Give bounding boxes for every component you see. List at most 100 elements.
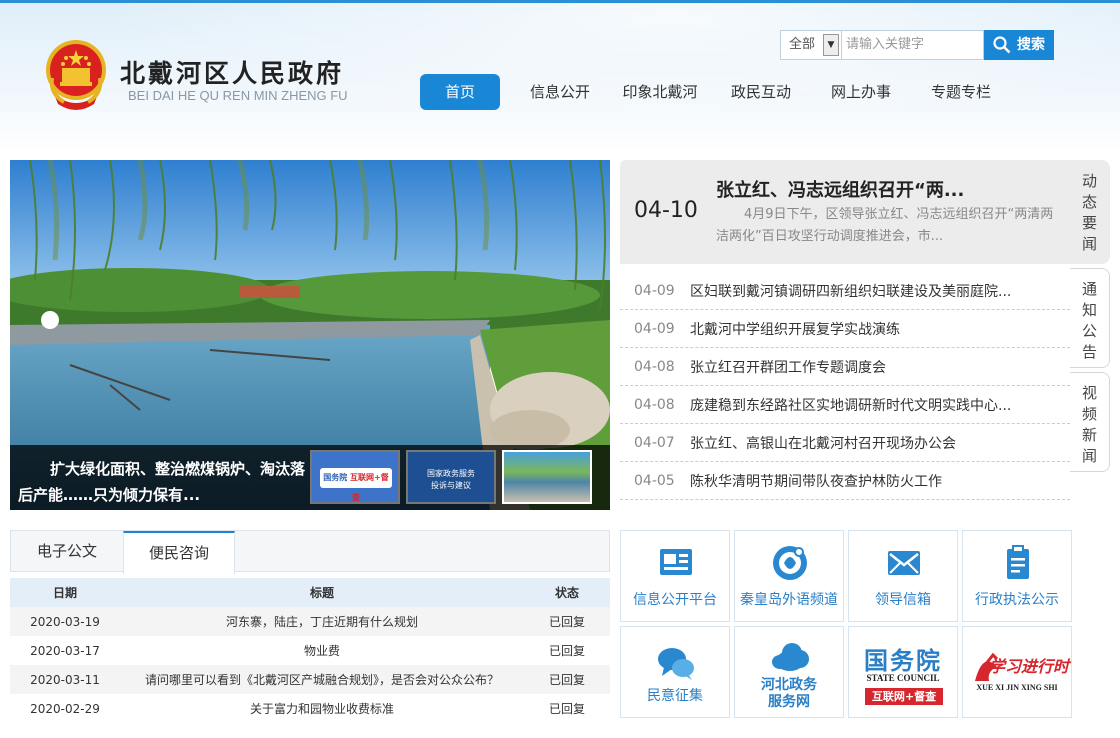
clipboard-icon bbox=[1007, 545, 1029, 579]
consult-table: 日期 标题 状态 2020-03-19 河东寨，陆庄，丁庄近期有什么规划 已回复… bbox=[10, 578, 610, 723]
national-emblem-icon[interactable] bbox=[44, 38, 108, 110]
info-platform-icon bbox=[660, 549, 692, 575]
service-foreign-channel[interactable]: 秦皇岛外语频道 bbox=[734, 530, 844, 622]
column-header-title: 标题 bbox=[120, 578, 524, 607]
consult-panel: 电子公文 便民咨询 日期 标题 状态 2020-03-19 河东寨，陆庄，丁庄近… bbox=[10, 530, 610, 723]
nav-impression[interactable]: 印象北戴河 bbox=[622, 74, 698, 110]
thumbnail-complaint-line2: 投诉与建议 bbox=[431, 481, 471, 490]
news-date: 04-09 bbox=[634, 282, 675, 299]
table-row[interactable]: 2020-03-11 请问哪里可以看到《北戴河区产城融合规划》，是否会对公众公布… bbox=[10, 665, 610, 694]
nav-interaction[interactable]: 政民互动 bbox=[730, 74, 792, 110]
thumbnail-complaint[interactable]: 国家政务服务 投诉与建议 bbox=[406, 450, 496, 504]
tab-e-documents[interactable]: 电子公文 bbox=[11, 531, 123, 572]
thumbnail-guowuyuan[interactable]: 国务院 互联网+督查 bbox=[310, 450, 400, 504]
service-public-opinion[interactable]: 民意征集 bbox=[620, 626, 730, 718]
service-label-line2: 服务网 bbox=[768, 694, 810, 710]
service-guowuyuan[interactable]: 国务院 STATE COUNCIL 互联网+督查 bbox=[848, 626, 958, 718]
row-date: 2020-03-11 bbox=[10, 665, 120, 694]
news-title[interactable]: 区妇联到戴河镇调研四新组织妇联建设及美丽庭院... bbox=[690, 281, 1011, 301]
news-title[interactable]: 北戴河中学组织开展复学实战演练 bbox=[690, 319, 900, 339]
xuexi-title: 学习进行时 bbox=[989, 657, 1070, 676]
nav-info-disclosure[interactable]: 信息公开 bbox=[530, 74, 590, 110]
headline-news[interactable]: 04-10 张立红、冯志远组织召开“两... 4月9日下午，区领导张立红、冯志远… bbox=[620, 160, 1070, 264]
news-date: 04-09 bbox=[634, 320, 675, 337]
search-button[interactable]: 搜索 bbox=[984, 30, 1054, 60]
news-list: 04-09 区妇联到戴河镇调研四新组织妇联建设及美丽庭院... 04-09 北戴河中… bbox=[620, 272, 1070, 500]
photo-slider: 扩大绿化面积、整治燃煤锅炉、淘汰落后产能……只为倾力保有... 国务院 互联网+… bbox=[10, 160, 610, 510]
service-label: 信息公开平台 bbox=[633, 592, 717, 608]
table-row[interactable]: 2020-02-29 关于富力和园物业收费标准 已回复 bbox=[10, 694, 610, 723]
news-item[interactable]: 04-08 庞建稳到东经路社区实地调研新时代文明实践中心... bbox=[620, 386, 1070, 424]
service-hebei-gov[interactable]: 河北政务 服务网 bbox=[734, 626, 844, 718]
tab-notices-label: 通知公告 bbox=[1081, 280, 1097, 361]
thumbnail-lake[interactable] bbox=[502, 450, 592, 504]
service-label: 行政执法公示 bbox=[975, 592, 1059, 608]
foreign-channel-icon bbox=[773, 546, 807, 580]
row-status: 已回复 bbox=[524, 665, 610, 694]
service-law-enforcement[interactable]: 行政执法公示 bbox=[962, 530, 1072, 622]
column-header-status: 状态 bbox=[524, 578, 610, 607]
headline-title[interactable]: 张立红、冯志远组织召开“两... bbox=[716, 176, 964, 202]
guowuyuan-badge: 互联网+督查 bbox=[865, 688, 943, 705]
news-panel: 04-10 张立红、冯志远组织召开“两... 4月9日下午，区领导张立红、冯志远… bbox=[620, 160, 1070, 510]
nav-home[interactable]: 首页 bbox=[420, 74, 500, 110]
row-title[interactable]: 关于富力和园物业收费标准 bbox=[120, 694, 524, 723]
search-button-label: 搜索 bbox=[1017, 37, 1045, 53]
service-label: 领导信箱 bbox=[875, 592, 931, 608]
consult-tabs: 电子公文 便民咨询 bbox=[10, 530, 610, 574]
news-item[interactable]: 04-09 区妇联到戴河镇调研四新组织妇联建设及美丽庭院... bbox=[620, 272, 1070, 310]
row-title[interactable]: 物业费 bbox=[120, 636, 524, 665]
tab-dynamic-news[interactable]: 动态要闻 bbox=[1070, 160, 1110, 264]
thumbnail-guowuyuan-badge: 互联网+督查 bbox=[350, 473, 389, 502]
news-item[interactable]: 04-08 张立红召开群团工作专题调度会 bbox=[620, 348, 1070, 386]
guowuyuan-title: 国务院 bbox=[864, 647, 942, 675]
news-title[interactable]: 张立红召开群团工作专题调度会 bbox=[690, 357, 886, 377]
tab-dynamic-news-label: 动态要闻 bbox=[1081, 172, 1097, 253]
news-title[interactable]: 陈秋华清明节期间带队夜查护林防火工作 bbox=[690, 471, 942, 491]
news-title[interactable]: 张立红、高银山在北戴河村召开现场办公会 bbox=[690, 433, 956, 453]
search-scope-select[interactable]: 全部 ▼ bbox=[780, 30, 842, 60]
main-nav: 首页 信息公开 印象北戴河 政民互动 网上办事 专题专栏 bbox=[420, 74, 992, 110]
service-label: 河北政务 服务网 bbox=[735, 677, 843, 711]
nav-special-topics[interactable]: 专题专栏 bbox=[930, 74, 992, 110]
row-status: 已回复 bbox=[548, 702, 585, 716]
service-leader-mailbox[interactable]: 领导信箱 bbox=[848, 530, 958, 622]
news-item[interactable]: 04-07 张立红、高银山在北戴河村召开现场办公会 bbox=[620, 424, 1070, 462]
news-title[interactable]: 庞建稳到东经路社区实地调研新时代文明实践中心... bbox=[690, 395, 1011, 415]
nav-online-service[interactable]: 网上办事 bbox=[830, 74, 892, 110]
thumbnail-guowuyuan-title: 国务院 bbox=[323, 473, 348, 482]
tab-notices[interactable]: 通知公告 bbox=[1070, 268, 1110, 368]
service-grid: 信息公开平台 秦皇岛外语频道 领导信箱 行政执法公示 民意征集 河北政务 服务网… bbox=[620, 530, 1072, 718]
news-item[interactable]: 04-09 北戴河中学组织开展复学实战演练 bbox=[620, 310, 1070, 348]
news-tabs: 动态要闻 通知公告 视频新闻 bbox=[1070, 160, 1110, 476]
slide-caption[interactable]: 扩大绿化面积、整治燃煤锅炉、淘汰落后产能……只为倾力保有... bbox=[18, 456, 308, 508]
table-row[interactable]: 2020-03-17 物业费 已回复 bbox=[10, 636, 610, 665]
row-title[interactable]: 河东寨，陆庄，丁庄近期有什么规划 bbox=[120, 607, 524, 636]
chat-icon bbox=[658, 648, 694, 680]
news-date: 04-08 bbox=[634, 358, 675, 375]
row-title[interactable]: 请问哪里可以看到《北戴河区产城融合规划》，是否会对公众公布？ bbox=[120, 665, 524, 694]
tab-video-news[interactable]: 视频新闻 bbox=[1070, 372, 1110, 472]
site-name: 北戴河区人民政府 bbox=[120, 59, 345, 88]
service-info-platform[interactable]: 信息公开平台 bbox=[620, 530, 730, 622]
slide-thumbnails: 国务院 互联网+督查 国家政务服务 投诉与建议 bbox=[310, 450, 592, 504]
service-label: 秦皇岛外语频道 bbox=[740, 592, 838, 608]
news-item[interactable]: 04-05 陈秋华清明节期间带队夜查护林防火工作 bbox=[620, 462, 1070, 500]
service-label-line1: 河北政务 bbox=[761, 677, 817, 693]
table-row[interactable]: 2020-03-19 河东寨，陆庄，丁庄近期有什么规划 已回复 bbox=[10, 607, 610, 636]
search-icon bbox=[993, 36, 1011, 54]
headline-date: 04-10 bbox=[634, 198, 698, 223]
tab-video-news-label: 视频新闻 bbox=[1081, 384, 1097, 465]
service-xuexi[interactable]: 学习进行时 XUE XI JIN XING SHI bbox=[962, 626, 1072, 718]
dropdown-arrow-icon[interactable]: ▼ bbox=[823, 34, 839, 56]
table-header-row: 日期 标题 状态 bbox=[10, 578, 610, 607]
news-date: 04-07 bbox=[634, 434, 675, 451]
thumbnail-complaint-line1: 国家政务服务 bbox=[427, 469, 475, 478]
search-input[interactable]: 请输入关键字 bbox=[842, 30, 984, 60]
mail-icon bbox=[888, 551, 920, 575]
service-label: 民意征集 bbox=[647, 688, 703, 704]
row-date: 2020-02-29 bbox=[30, 701, 100, 716]
search-bar: 全部 ▼ 请输入关键字 搜索 bbox=[780, 30, 1054, 60]
tab-public-consult[interactable]: 便民咨询 bbox=[123, 531, 235, 574]
guowuyuan-en: STATE COUNCIL bbox=[866, 673, 940, 683]
